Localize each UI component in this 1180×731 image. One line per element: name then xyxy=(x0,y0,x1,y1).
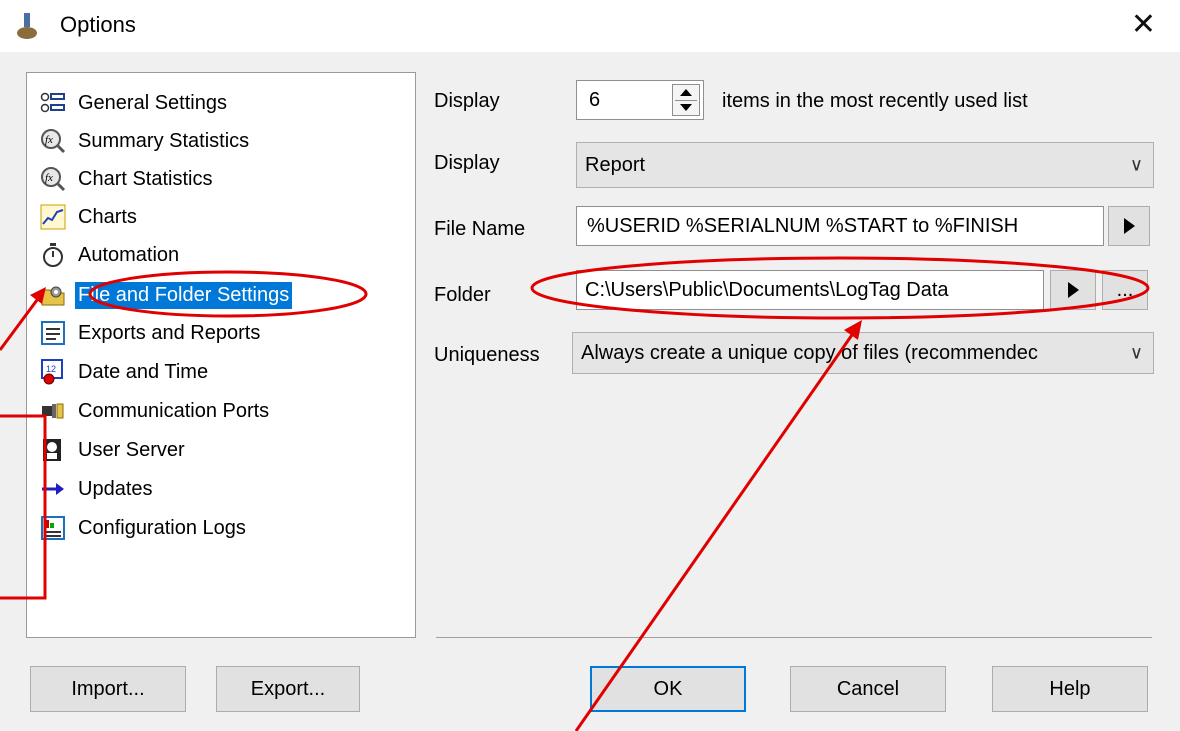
function-magnifier-icon: fx xyxy=(39,127,67,155)
spin-up-icon[interactable] xyxy=(680,89,692,96)
spinner-buttons[interactable] xyxy=(672,84,700,116)
help-button[interactable]: Help xyxy=(992,666,1148,712)
export-button[interactable]: Export... xyxy=(216,666,360,712)
settings-list-icon xyxy=(39,89,67,117)
browse-label: ... xyxy=(1116,278,1134,301)
folder-label: Folder xyxy=(434,284,491,306)
nav-item-label: Automation xyxy=(78,243,180,266)
stopwatch-icon xyxy=(39,241,67,269)
folder-macro-button[interactable] xyxy=(1050,270,1096,310)
chart-icon xyxy=(39,203,67,231)
app-icon xyxy=(17,13,37,39)
folder-input[interactable]: C:\Users\Public\Documents\LogTag Data xyxy=(576,270,1044,310)
export-label: Export... xyxy=(250,677,326,700)
nav-item-automation[interactable]: Automation xyxy=(39,237,182,273)
chevron-down-icon: ∨ xyxy=(1129,154,1143,175)
display-type-label: Display xyxy=(434,152,500,174)
nav-item-label: Summary Statistics xyxy=(78,129,250,152)
help-label: Help xyxy=(1049,677,1091,700)
nav-item-label: Configuration Logs xyxy=(78,516,246,539)
function-magnifier-icon: fx xyxy=(39,165,67,193)
nav-item-label: Charts xyxy=(78,205,137,228)
nav-item-chart-statistics[interactable]: fx Chart Statistics xyxy=(39,161,215,197)
uniqueness-dropdown[interactable]: Always create a unique copy of files (re… xyxy=(572,332,1154,374)
chevron-down-icon: ∨ xyxy=(1125,342,1143,364)
folder-gear-icon xyxy=(39,281,67,309)
file-name-macro-button[interactable] xyxy=(1108,206,1150,246)
nav-item-user-server[interactable]: User Server xyxy=(39,432,188,468)
user-server-icon xyxy=(39,436,67,464)
nav-item-communication-ports[interactable]: Communication Ports xyxy=(39,393,272,429)
nav-item-date-and-time[interactable]: 12 Date and Time xyxy=(39,354,211,390)
title-bar: Options ✕ xyxy=(0,0,1180,52)
play-icon xyxy=(1067,282,1079,298)
close-icon[interactable]: ✕ xyxy=(1131,8,1156,42)
folder-browse-button[interactable]: ... xyxy=(1102,270,1148,310)
svg-text:fx: fx xyxy=(45,134,53,146)
mru-suffix-label: items in the most recently used list xyxy=(722,90,1028,112)
nav-item-label: General Settings xyxy=(78,91,227,114)
nav-item-exports-and-reports[interactable]: Exports and Reports xyxy=(39,315,263,351)
port-icon xyxy=(39,397,67,425)
arrow-right-icon xyxy=(39,475,67,503)
nav-item-label: Chart Statistics xyxy=(78,167,213,190)
calendar-clock-icon: 12 xyxy=(39,358,67,386)
separator xyxy=(436,637,1152,638)
nav-item-label: Communication Ports xyxy=(78,399,270,422)
mru-count-spinner[interactable]: 6 xyxy=(576,80,704,120)
nav-item-configuration-logs[interactable]: Configuration Logs xyxy=(39,510,249,546)
file-name-value: %USERID %SERIALNUM %START to %FINISH xyxy=(587,214,1019,237)
display-type-value: Report xyxy=(585,153,646,176)
import-label: Import... xyxy=(71,677,145,700)
uniqueness-value: Always create a unique copy of files (re… xyxy=(581,341,1038,364)
options-category-list[interactable]: General Settings fx Summary Statistics f… xyxy=(26,72,416,638)
spinner-divider xyxy=(675,100,697,101)
svg-text:fx: fx xyxy=(45,172,53,184)
svg-text:12: 12 xyxy=(46,364,56,374)
display-mru-label: Display xyxy=(434,90,500,112)
file-name-label: File Name xyxy=(434,218,526,240)
nav-item-summary-statistics[interactable]: fx Summary Statistics xyxy=(39,123,252,159)
folder-value: C:\Users\Public\Documents\LogTag Data xyxy=(585,278,949,301)
cancel-button[interactable]: Cancel xyxy=(790,666,946,712)
ok-label: OK xyxy=(653,677,683,700)
log-icon xyxy=(39,514,67,542)
spin-down-icon[interactable] xyxy=(680,104,692,111)
nav-item-label: Date and Time xyxy=(78,360,209,383)
cancel-label: Cancel xyxy=(836,677,900,700)
nav-item-label: Updates xyxy=(78,477,153,500)
nav-item-label: Exports and Reports xyxy=(78,321,261,344)
mru-count-value: 6 xyxy=(589,88,601,111)
file-name-input[interactable]: %USERID %SERIALNUM %START to %FINISH xyxy=(576,206,1104,246)
play-icon xyxy=(1123,218,1135,234)
document-icon xyxy=(39,319,67,347)
uniqueness-label: Uniqueness xyxy=(434,344,540,366)
ok-button[interactable]: OK xyxy=(590,666,746,712)
import-button[interactable]: Import... xyxy=(30,666,186,712)
display-type-dropdown[interactable]: Report ∨ xyxy=(576,142,1154,188)
window-title: Options xyxy=(60,12,136,37)
nav-item-updates[interactable]: Updates xyxy=(39,471,156,507)
nav-item-general-settings[interactable]: General Settings xyxy=(39,85,230,121)
nav-item-file-and-folder-settings[interactable]: File and Folder Settings xyxy=(39,277,293,313)
nav-item-label: User Server xyxy=(78,438,185,461)
nav-item-charts[interactable]: Charts xyxy=(39,199,140,235)
nav-item-label: File and Folder Settings xyxy=(75,281,293,309)
